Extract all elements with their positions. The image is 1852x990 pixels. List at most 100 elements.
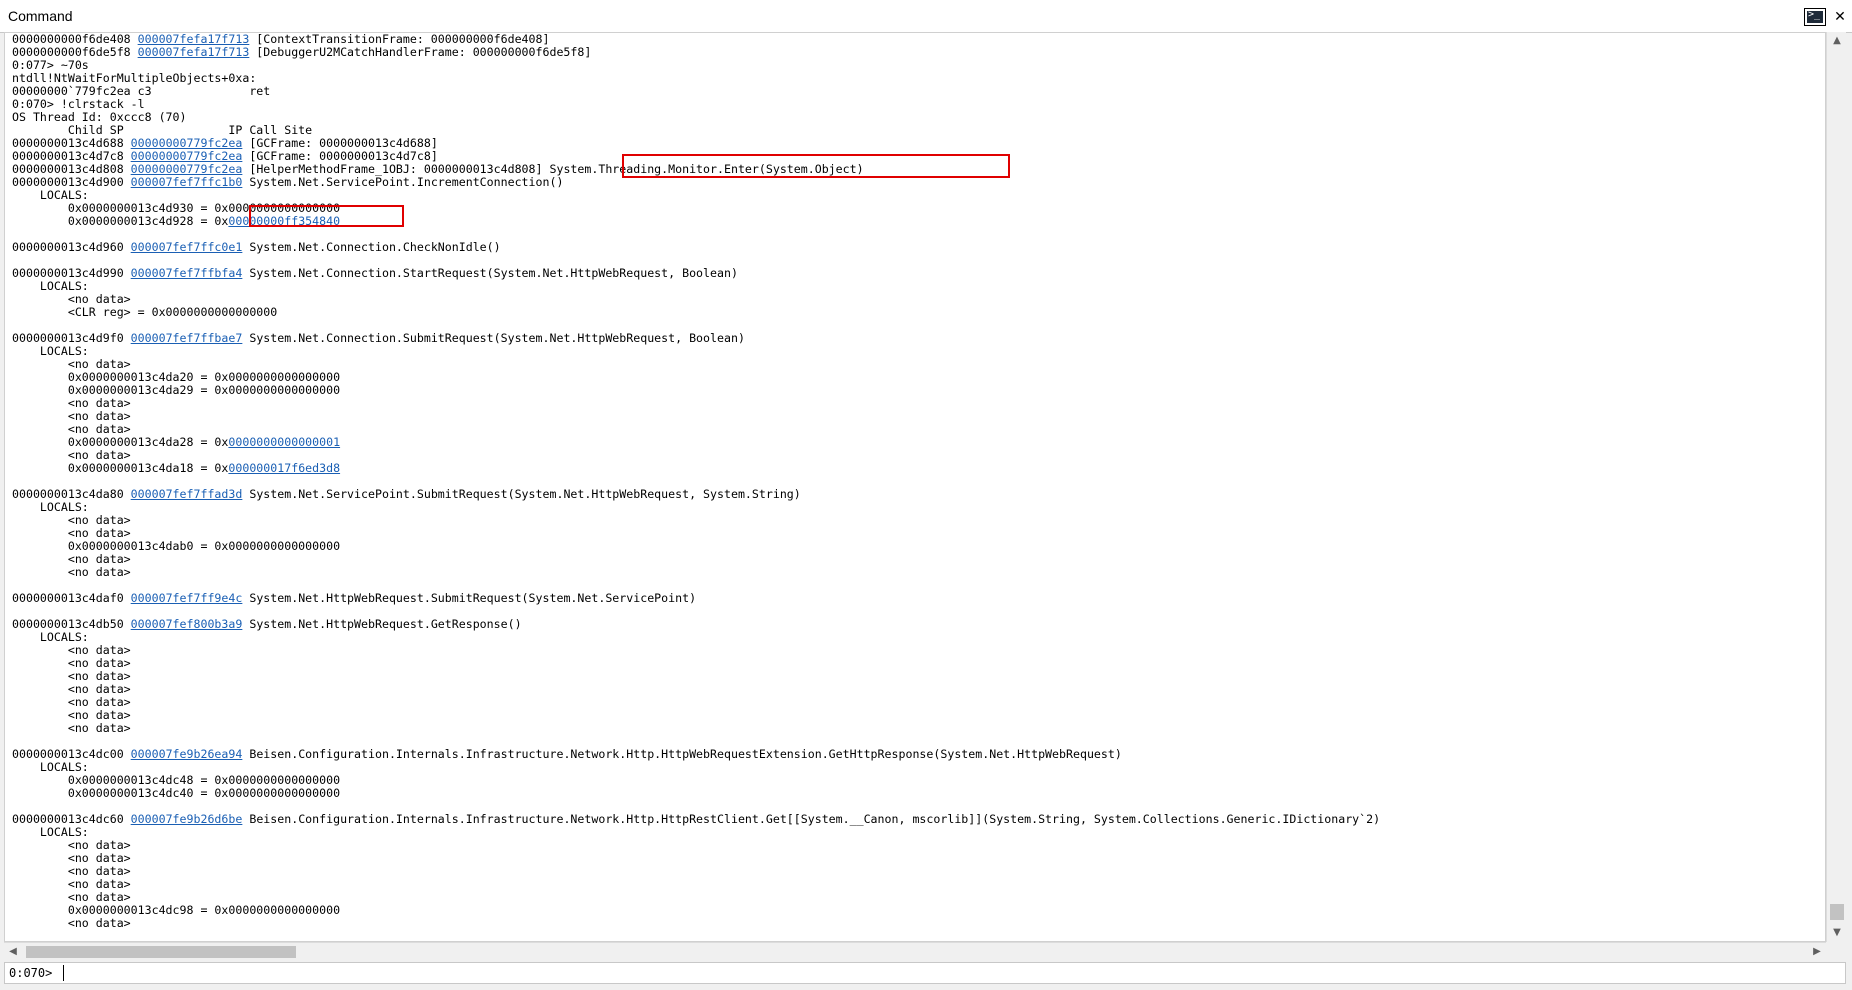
- address-link[interactable]: 000007fefa17f713: [138, 45, 250, 59]
- scroll-left-icon[interactable]: ◀: [4, 943, 22, 961]
- output-text: 0000000013c4d688: [12, 136, 131, 150]
- output-text: [ContextTransitionFrame: 000000000f6de40…: [249, 32, 550, 46]
- output-line: 0x0000000013c4dc98 = 0x0000000000000000: [12, 904, 1380, 917]
- output-line: LOCALS:: [12, 501, 1380, 514]
- vertical-scrollbar[interactable]: ▲ ▼: [1826, 32, 1846, 942]
- output-line: 0x0000000013c4da29 = 0x0000000000000000: [12, 384, 1380, 397]
- output-text: 0x0000000013c4dc48 = 0x0000000000000000: [12, 773, 341, 787]
- address-link[interactable]: 000007fefa17f713: [138, 33, 250, 46]
- output-text: Beisen.Configuration.Internals.Infrastru…: [242, 812, 1381, 826]
- output-text: <no data>: [12, 357, 131, 371]
- address-link[interactable]: 000007fef7ffc1b0: [131, 175, 243, 189]
- address-link[interactable]: 000000017f6ed3d8: [228, 461, 340, 475]
- output-text: 0000000013c4dc60: [12, 812, 131, 826]
- output-text: 0000000013c4d9f0: [12, 331, 131, 345]
- output-line: <no data>: [12, 722, 1380, 735]
- output-line: LOCALS:: [12, 345, 1380, 358]
- output-text: System.Net.ServicePoint.SubmitRequest(Sy…: [242, 487, 801, 501]
- command-input[interactable]: [63, 965, 1838, 981]
- output-line: 0000000013c4d9f0 000007fef7ffbae7 System…: [12, 332, 1380, 345]
- output-line: <no data>: [12, 644, 1380, 657]
- output-line: <no data>: [12, 917, 1380, 930]
- output-line: LOCALS:: [12, 631, 1380, 644]
- output-text: <no data>: [12, 292, 131, 306]
- output-text: 0000000013c4daf0: [12, 591, 131, 605]
- output-line: 0x0000000013c4d928 = 0x00000000ff354840: [12, 215, 1380, 228]
- address-link[interactable]: 000007fef800b3a9: [131, 617, 243, 631]
- output-text: <no data>: [12, 448, 131, 462]
- address-link[interactable]: 000007fef7ffad3d: [131, 487, 243, 501]
- output-text: 0000000013c4d808: [12, 162, 131, 176]
- output-text: 0x0000000013c4dab0 = 0x0000000000000000: [12, 539, 341, 553]
- address-link[interactable]: 000007fe9b26ea94: [131, 747, 243, 761]
- address-link[interactable]: 000007fef7ffbae7: [131, 331, 243, 345]
- output-text: LOCALS:: [12, 344, 89, 358]
- output-text: System.Net.ServicePoint.IncrementConnect…: [242, 175, 564, 189]
- console-icon[interactable]: [1804, 8, 1826, 26]
- output-text: Child SP IP Call Site: [12, 123, 313, 137]
- output-line: <no data>: [12, 709, 1380, 722]
- output-line: 0000000013c4d960 000007fef7ffc0e1 System…: [12, 241, 1380, 254]
- output-line: <no data>: [12, 553, 1380, 566]
- output-text: <no data>: [12, 526, 131, 540]
- output-text: <no data>: [12, 396, 131, 410]
- scroll-up-icon[interactable]: ▲: [1827, 32, 1847, 50]
- output-text: 0x0000000013c4da28 = 0x: [12, 435, 229, 449]
- output-line: 0000000013c4daf0 000007fef7ff9e4c System…: [12, 592, 1380, 605]
- output-text: 0000000013c4dc00: [12, 747, 131, 761]
- output-text: <CLR reg> = 0x0000000000000000: [12, 305, 278, 319]
- address-link[interactable]: 00000000779fc2ea: [131, 136, 243, 150]
- scroll-down-icon[interactable]: ▼: [1827, 924, 1847, 942]
- output-text: <no data>: [12, 682, 131, 696]
- output-line: <no data>: [12, 839, 1380, 852]
- title-bar: Command ✕: [0, 0, 1852, 33]
- vertical-scroll-thumb[interactable]: [1830, 904, 1844, 920]
- output-text: System.Net.Connection.StartRequest(Syste…: [242, 266, 738, 280]
- output-text: 0000000013c4d960: [12, 240, 131, 254]
- address-link[interactable]: 000007fef7ffbfa4: [131, 266, 243, 280]
- command-output[interactable]: 0000000000f6de408 000007fefa17f713 [Cont…: [4, 32, 1826, 942]
- output-text: [GCFrame: 0000000013c4d688]: [242, 136, 438, 150]
- output-text: 0x0000000013c4da18 = 0x: [12, 461, 229, 475]
- output-line: <no data>: [12, 696, 1380, 709]
- output-line: 0x0000000013c4dab0 = 0x0000000000000000: [12, 540, 1380, 553]
- output-line: 0000000013c4dc60 000007fe9b26d6be Beisen…: [12, 813, 1380, 826]
- output-line: 0x0000000013c4da28 = 0x0000000000000001: [12, 436, 1380, 449]
- output-text: System.Net.Connection.SubmitRequest(Syst…: [242, 331, 745, 345]
- address-link[interactable]: 000007fef7ffc0e1: [131, 240, 243, 254]
- output-text: LOCALS:: [12, 825, 89, 839]
- output-text: <no data>: [12, 916, 131, 930]
- output-text: 0x0000000013c4dc98 = 0x0000000000000000: [12, 903, 341, 917]
- output-text: 00000000`779fc2ea c3 ret: [12, 84, 271, 98]
- address-link[interactable]: 0000000000000001: [228, 435, 340, 449]
- output-line: <no data>: [12, 852, 1380, 865]
- output-text: <no data>: [12, 643, 131, 657]
- address-link[interactable]: 000007fef7ff9e4c: [131, 591, 243, 605]
- output-text: 0000000013c4d7c8: [12, 149, 131, 163]
- output-text: 0000000013c4db50: [12, 617, 131, 631]
- output-line: <no data>: [12, 514, 1380, 527]
- output-text: <no data>: [12, 877, 131, 891]
- output-text: LOCALS:: [12, 630, 89, 644]
- output-text: <no data>: [12, 851, 131, 865]
- address-link[interactable]: 00000000779fc2ea: [131, 149, 243, 163]
- output-line: 0x0000000013c4dc40 = 0x0000000000000000: [12, 787, 1380, 800]
- scroll-right-icon[interactable]: ▶: [1808, 943, 1826, 961]
- output-text: System.Net.Connection.CheckNonIdle(): [242, 240, 501, 254]
- output-text: <no data>: [12, 838, 131, 852]
- output-line: <no data>: [12, 878, 1380, 891]
- output-text: <no data>: [12, 708, 131, 722]
- output-text: 0:070> !clrstack -l: [12, 97, 145, 111]
- address-link[interactable]: 000007fe9b26d6be: [131, 812, 243, 826]
- prompt-label: 0:070>: [9, 966, 53, 980]
- horizontal-scrollbar[interactable]: ◀ ▶: [4, 942, 1826, 960]
- output-text: <no data>: [12, 721, 131, 735]
- output-text: System.Net.HttpWebRequest.GetResponse(): [242, 617, 522, 631]
- output-line: <no data>: [12, 657, 1380, 670]
- horizontal-scroll-thumb[interactable]: [26, 946, 296, 958]
- address-link[interactable]: 00000000779fc2ea: [131, 162, 243, 176]
- close-icon[interactable]: ✕: [1832, 8, 1848, 24]
- output-text: LOCALS:: [12, 760, 89, 774]
- output-text: <no data>: [12, 409, 131, 423]
- output-text: LOCALS:: [12, 279, 89, 293]
